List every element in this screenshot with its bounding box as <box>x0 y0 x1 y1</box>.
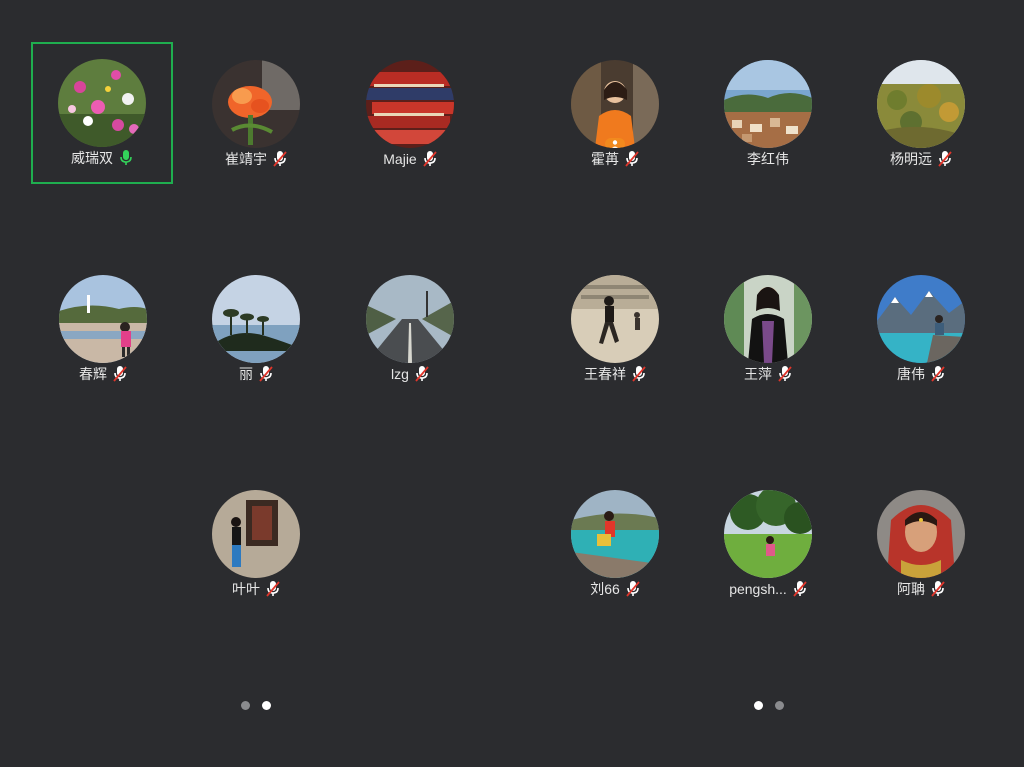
page-dot[interactable] <box>775 701 784 710</box>
microphone-muted-icon <box>259 366 273 382</box>
participant-tile-10[interactable]: 王萍 <box>697 258 839 400</box>
participant-name: 王春祥 <box>584 366 626 382</box>
participant-name: lzg <box>391 366 409 382</box>
microphone-muted-icon <box>931 581 945 597</box>
participant-tile-2[interactable]: Majie <box>339 43 481 185</box>
participant-name: 霍苒 <box>591 151 619 167</box>
microphone-muted-icon <box>632 366 646 382</box>
microphone-muted-icon <box>626 581 640 597</box>
participant-name: 春辉 <box>79 366 107 382</box>
microphone-muted-icon <box>273 151 287 167</box>
participant-avatar <box>571 275 659 363</box>
host-person-icon <box>605 138 625 148</box>
microphone-muted-icon <box>938 151 952 167</box>
participant-tile-15[interactable]: 阿聃 <box>850 473 992 615</box>
participant-tile-12[interactable]: 叶叶 <box>185 473 327 615</box>
participant-avatar <box>571 490 659 578</box>
microphone-icon <box>120 150 132 165</box>
participant-name: 叶叶 <box>232 581 260 597</box>
participant-tile-5[interactable]: 杨明远 <box>850 43 992 185</box>
participant-tile-3[interactable]: 霍苒 <box>544 43 686 185</box>
participant-tile-9[interactable]: 王春祥 <box>544 258 686 400</box>
participant-name: 唐伟 <box>897 366 925 382</box>
page-indicator-left <box>241 701 271 710</box>
participant-tile-6[interactable]: 春辉 <box>32 258 174 400</box>
participant-avatar <box>724 275 812 363</box>
participant-tile-4[interactable]: 李红伟 <box>697 43 839 185</box>
microphone-muted-icon <box>793 581 807 597</box>
participant-name: 威瑞双 <box>71 150 113 166</box>
page-dot-active[interactable] <box>262 701 271 710</box>
participant-tile-14[interactable]: pengsh... <box>697 473 839 615</box>
participant-avatar <box>366 60 454 148</box>
participant-avatar <box>877 60 965 148</box>
participant-name: Majie <box>383 151 417 167</box>
microphone-muted-icon <box>625 151 639 167</box>
page-dot-active[interactable] <box>754 701 763 710</box>
participant-avatar <box>59 275 147 363</box>
participant-avatar <box>212 490 300 578</box>
participant-name: 阿聃 <box>897 581 925 597</box>
participant-tile-1[interactable]: 崔靖宇 <box>185 43 327 185</box>
participant-avatar <box>724 490 812 578</box>
participant-avatar <box>366 275 454 363</box>
participant-name: 崔靖宇 <box>225 151 267 167</box>
microphone-muted-icon <box>931 366 945 382</box>
microphone-muted-icon <box>113 366 127 382</box>
microphone-muted-icon <box>415 366 429 382</box>
participant-name: 刘66 <box>590 581 620 597</box>
participant-tile-8[interactable]: lzg <box>339 258 481 400</box>
participant-avatar <box>212 275 300 363</box>
participant-tile-0[interactable]: 威瑞双 <box>31 42 173 184</box>
participant-name: 杨明远 <box>890 151 932 167</box>
participant-avatar <box>212 60 300 148</box>
meeting-gallery: 威瑞双 崔靖宇 Majie 霍苒 李红伟 杨明远 春辉 丽 lzg 王春祥 王萍… <box>0 0 1024 767</box>
participant-avatar <box>724 60 812 148</box>
participant-tile-13[interactable]: 刘66 <box>544 473 686 615</box>
participant-avatar <box>877 275 965 363</box>
microphone-muted-icon <box>266 581 280 597</box>
page-dot[interactable] <box>241 701 250 710</box>
participant-avatar <box>877 490 965 578</box>
participant-avatar <box>58 59 146 147</box>
participant-name: pengsh... <box>729 581 787 597</box>
participant-avatar <box>571 60 659 148</box>
participant-name: 丽 <box>239 366 253 382</box>
participant-name: 王萍 <box>744 366 772 382</box>
microphone-muted-icon <box>778 366 792 382</box>
microphone-muted-icon <box>423 151 437 167</box>
participant-tile-11[interactable]: 唐伟 <box>850 258 992 400</box>
page-indicator-right <box>754 701 784 710</box>
participant-name: 李红伟 <box>747 151 789 167</box>
participant-tile-7[interactable]: 丽 <box>185 258 327 400</box>
